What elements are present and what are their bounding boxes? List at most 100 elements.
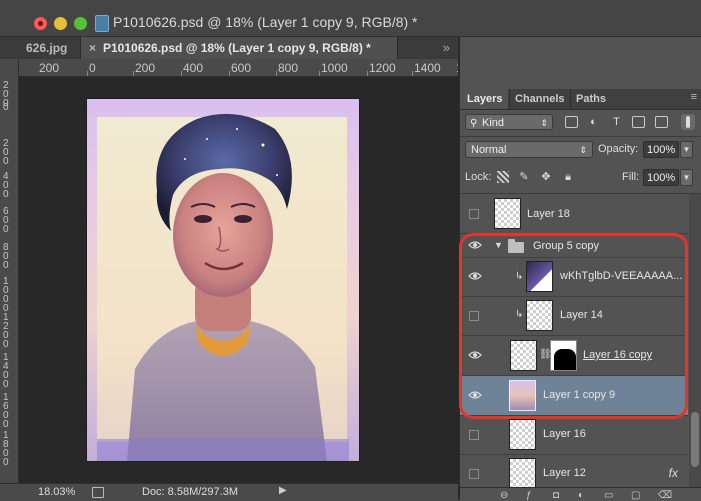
ruler-digit: 0 <box>3 102 9 113</box>
filter-kind-select[interactable]: ⚲ Kind ⇕ <box>465 114 553 130</box>
zoom-window-button[interactable] <box>74 17 87 30</box>
ruler-mark <box>229 71 230 76</box>
filter-adjustment-icon[interactable]: ◐ <box>587 116 600 128</box>
eye-icon[interactable] <box>468 240 482 254</box>
ruler-tick: 1200 <box>369 61 396 75</box>
new-layer-icon[interactable]: ▢ <box>631 490 640 501</box>
ruler-digit: 0 <box>3 379 9 390</box>
lock-position-move-icon[interactable]: ✥ <box>540 171 552 183</box>
ruler-tick: 400 <box>183 61 204 75</box>
lock-all-padlock-icon[interactable]: 🔒︎ <box>562 171 574 183</box>
ruler-digit: 0 <box>3 419 9 430</box>
layer-row[interactable]: ⛓ Layer 16 copy <box>460 336 688 376</box>
share-icon[interactable] <box>92 487 104 498</box>
layers-scrollbar[interactable] <box>689 194 701 487</box>
document-size: Doc: 8.58M/297.3M <box>142 486 238 498</box>
ruler-mark <box>87 71 88 76</box>
layer-name: Layer 14 <box>560 309 603 321</box>
layer-thumbnail <box>494 198 521 229</box>
status-menu-arrow-icon[interactable]: ▶ <box>279 485 287 496</box>
horizontal-ruler[interactable]: 200 0 200 400 600 800 1000 1200 1400 160… <box>19 59 458 77</box>
chevron-updown-icon: ⇕ <box>579 145 587 155</box>
clipping-arrow-icon: ↳ <box>515 271 524 282</box>
new-group-icon[interactable]: ▭ <box>604 490 613 501</box>
ruler-mark <box>319 71 320 76</box>
canvas-area[interactable] <box>19 77 458 483</box>
layer-thumbnail <box>526 300 553 331</box>
tab-overflow-button[interactable]: » <box>443 37 450 59</box>
layer-row-selected[interactable]: Layer 1 copy 9 <box>460 376 688 416</box>
document-tab-bar: 626.jpg × P1010626.psd @ 18% (Layer 1 co… <box>0 37 458 60</box>
layer-row[interactable]: ↳ wKhTglbD-VEEAAAAA... <box>460 258 688 297</box>
filter-smart-object-icon[interactable] <box>655 116 668 128</box>
visibility-toggle[interactable] <box>469 430 479 440</box>
panel-menu-icon[interactable]: ≡ <box>691 91 697 103</box>
ruler-digit: 0 <box>3 339 9 350</box>
link-layers-icon[interactable]: ⊖ <box>500 490 508 501</box>
ruler-tick: 1000 <box>321 61 348 75</box>
visibility-toggle[interactable] <box>469 311 479 321</box>
blend-mode-label: Normal <box>471 144 507 156</box>
layer-filter-row: ⚲ Kind ⇕ ◐ T <box>460 110 701 134</box>
eye-icon[interactable] <box>468 271 482 285</box>
visibility-toggle[interactable] <box>469 469 479 479</box>
tab-psd-document[interactable]: × P1010626.psd @ 18% (Layer 1 copy 9, RG… <box>80 37 398 59</box>
divider <box>460 136 701 137</box>
tab-jpg-document[interactable]: 626.jpg <box>0 37 80 59</box>
zoom-level[interactable]: 18.03% <box>38 486 75 498</box>
layer-thumbnail <box>510 340 537 371</box>
blend-mode-select[interactable]: Normal ⇕ <box>465 141 593 158</box>
tab-paths[interactable]: Paths <box>570 89 614 109</box>
tab-layers[interactable]: Layers <box>460 89 508 109</box>
scrollbar-thumb[interactable] <box>691 412 699 467</box>
filter-kind-label: Kind <box>482 117 505 129</box>
vertical-ruler[interactable]: 200020040060080010001200140016001800 <box>0 77 19 483</box>
layer-group-row[interactable]: ▼ Group 5 copy <box>460 234 688 258</box>
layer-row[interactable]: ↳ Layer 14 <box>460 297 688 336</box>
close-tab-icon[interactable]: × <box>89 37 96 59</box>
layer-name: Layer 12 <box>543 467 586 479</box>
ruler-mark <box>181 71 182 76</box>
close-window-button[interactable] <box>34 17 47 30</box>
tab-channels[interactable]: Channels <box>509 89 569 109</box>
ruler-origin[interactable] <box>0 59 19 78</box>
eye-icon[interactable] <box>468 390 482 404</box>
status-bar: 18.03% Doc: 8.58M/297.3M ▶ <box>0 483 458 501</box>
layer-mask-thumbnail[interactable] <box>550 340 577 371</box>
ruler-digit: 0 <box>3 189 9 200</box>
filter-shape-icon[interactable] <box>632 116 645 128</box>
minimize-window-button[interactable] <box>54 17 67 30</box>
lock-pixels-brush-icon[interactable]: ✎ <box>518 171 530 183</box>
layer-effects-icon[interactable]: fx <box>669 466 678 480</box>
opacity-dropdown-button[interactable]: ▼ <box>680 141 693 158</box>
adjustment-layer-icon[interactable]: ◐ <box>578 490 584 501</box>
layer-name: Layer 16 copy <box>583 349 653 361</box>
fill-dropdown-button[interactable]: ▼ <box>680 169 693 186</box>
eye-icon[interactable] <box>468 350 482 364</box>
add-mask-icon[interactable]: ◘ <box>553 490 559 501</box>
layer-row[interactable]: Layer 12 fx <box>460 455 688 487</box>
layer-name: wKhTglbD-VEEAAAAA... <box>560 270 683 282</box>
document-canvas[interactable] <box>87 99 359 461</box>
folder-icon <box>508 239 524 253</box>
layer-name: Layer 16 <box>543 428 586 440</box>
opacity-input[interactable]: 100% <box>643 141 679 158</box>
ruler-mark <box>133 71 134 76</box>
disclosure-triangle-icon[interactable]: ▼ <box>494 240 503 250</box>
fill-input[interactable]: 100% <box>643 169 679 186</box>
layer-name: Group 5 copy <box>533 240 600 252</box>
ruler-tick: 200 <box>135 61 156 75</box>
delete-layer-icon[interactable]: ⌫ <box>658 490 672 501</box>
lock-transparency-icon[interactable] <box>497 171 509 183</box>
filter-pixel-icon[interactable] <box>565 116 578 128</box>
layer-row[interactable]: Layer 16 <box>460 416 688 455</box>
filter-toggle[interactable] <box>681 114 695 130</box>
fx-icon[interactable]: ƒ <box>526 490 532 501</box>
layer-thumbnail <box>509 419 536 450</box>
visibility-toggle[interactable] <box>469 209 479 219</box>
layer-row[interactable]: Layer 18 <box>460 194 688 234</box>
ruler-mark <box>367 71 368 76</box>
ruler-digit: 0 <box>3 224 9 235</box>
filter-type-icon[interactable]: T <box>610 116 623 128</box>
psd-document-icon <box>95 15 109 32</box>
